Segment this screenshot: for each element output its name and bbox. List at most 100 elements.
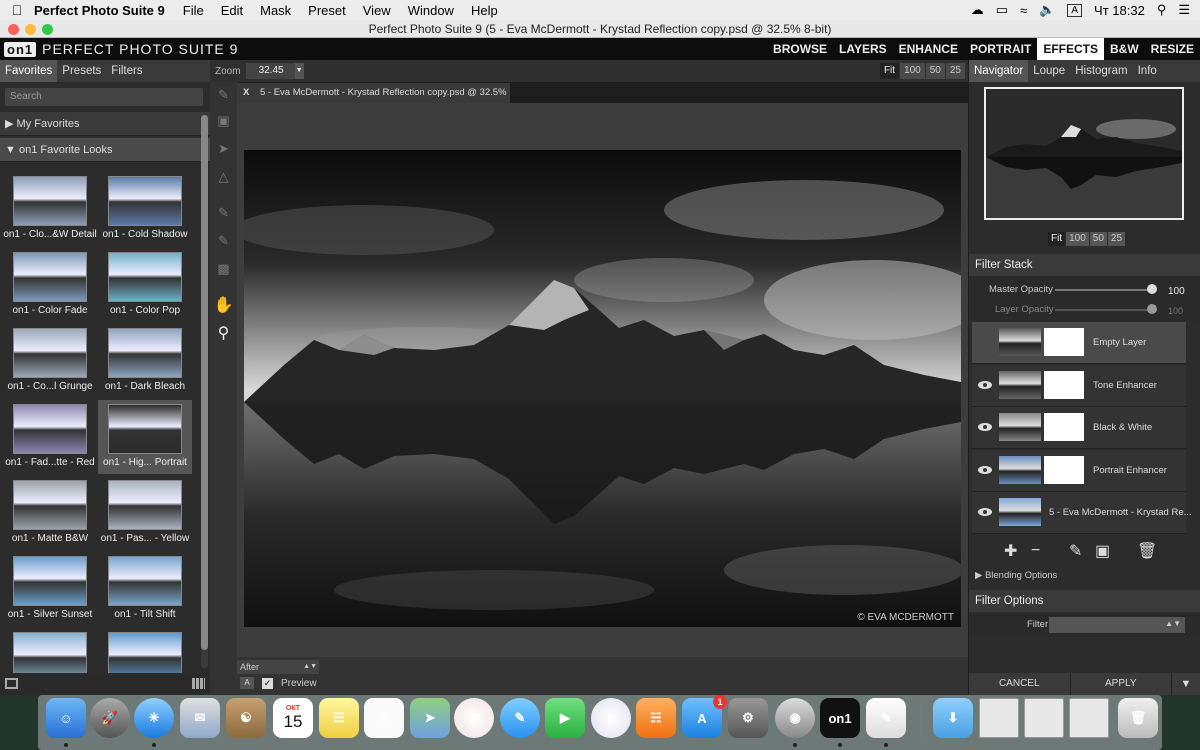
- dock-perfect-photo-suite-9-browse-icon[interactable]: ◉: [775, 698, 815, 738]
- dock-window-3-icon[interactable]: [1069, 698, 1109, 738]
- look-item[interactable]: on1 - Color Fade: [3, 248, 97, 322]
- section-favorite-looks[interactable]: ▼ on1 Favorite Looks: [0, 138, 210, 162]
- apply-button[interactable]: APPLY: [1071, 673, 1172, 695]
- spotlight-icon[interactable]: ⚲: [1157, 2, 1167, 18]
- scrollbar-thumb[interactable]: [201, 115, 208, 650]
- nav-50-button[interactable]: 50: [1089, 232, 1107, 246]
- module-resize[interactable]: RESIZE: [1145, 38, 1200, 60]
- layer-opacity-slider[interactable]: [1055, 309, 1155, 311]
- dock-notes-icon[interactable]: ☰: [319, 698, 359, 738]
- volume-icon[interactable]: 🔈: [1039, 2, 1055, 18]
- dock-calendar-icon[interactable]: ОКТ 15: [273, 698, 313, 738]
- trash-icon[interactable]: 🗑: [1137, 541, 1157, 561]
- dock-system-preferences-icon[interactable]: ⚙: [728, 698, 768, 738]
- menu-mask[interactable]: Mask: [260, 3, 291, 18]
- visibility-eye-icon[interactable]: [978, 380, 992, 389]
- filter-select[interactable]: ▲▼: [1049, 617, 1185, 633]
- search-input[interactable]: Search: [5, 88, 203, 106]
- layer-row[interactable]: Black & White: [972, 407, 1186, 449]
- visibility-eye-icon[interactable]: [978, 508, 992, 516]
- module-portrait[interactable]: PORTRAIT: [964, 38, 1037, 60]
- dock-safari-icon[interactable]: ✳: [134, 698, 174, 738]
- clone-stamp-icon[interactable]: ▩: [213, 258, 234, 280]
- grid-view-icon[interactable]: [192, 678, 205, 689]
- refine-brush-icon[interactable]: ➤: [213, 138, 234, 160]
- looks-scrollbar[interactable]: [201, 113, 208, 668]
- mask-bug-icon[interactable]: ▣: [213, 110, 234, 132]
- layer-mask-thumbnail[interactable]: [1044, 455, 1084, 484]
- dock-maps-icon[interactable]: ➤: [410, 698, 450, 738]
- menu-file[interactable]: File: [183, 3, 204, 18]
- look-item[interactable]: on1 - Pas... - Yellow: [98, 476, 192, 550]
- zoom-icon[interactable]: ⚲: [213, 322, 234, 344]
- layer-mask-thumbnail[interactable]: [1044, 328, 1084, 356]
- layer-row[interactable]: 5 - Eva McDermott - Krystad Re...: [972, 492, 1192, 534]
- look-item[interactable]: on1 - Cold Shadow: [98, 172, 192, 246]
- zoom-field[interactable]: 32.45 ▼: [245, 63, 304, 79]
- nav-25-button[interactable]: 25: [1107, 232, 1126, 246]
- wifi-icon[interactable]: ≈: [1020, 3, 1027, 18]
- menu-edit[interactable]: Edit: [221, 3, 243, 18]
- cancel-button[interactable]: CANCEL: [969, 673, 1071, 695]
- panel-view-icon[interactable]: [5, 678, 18, 689]
- master-opacity-slider[interactable]: [1055, 289, 1155, 291]
- layer-mask-thumbnail[interactable]: [1044, 413, 1084, 441]
- close-document-icon[interactable]: X: [243, 87, 249, 98]
- dock-on1-icon[interactable]: on1: [820, 698, 860, 738]
- view-mode-select[interactable]: After ▲▼: [237, 660, 319, 674]
- menu-view[interactable]: View: [363, 3, 391, 18]
- notification-center-icon[interactable]: ☰: [1178, 2, 1190, 18]
- dock-launchpad-icon[interactable]: 🚀: [90, 698, 130, 738]
- layer-row[interactable]: Empty Layer: [972, 322, 1186, 364]
- dock-ibooks-icon[interactable]: ☵: [636, 698, 676, 738]
- tab-histogram[interactable]: Histogram: [1070, 60, 1132, 82]
- layer-row[interactable]: Portrait Enhancer: [972, 449, 1186, 492]
- edit-mask-icon[interactable]: ✎: [1069, 541, 1082, 561]
- menu-window[interactable]: Window: [408, 3, 454, 18]
- dock-window-2-icon[interactable]: [1024, 698, 1064, 738]
- dock-downloads-icon[interactable]: ⬇: [933, 698, 973, 738]
- dock-finder-icon[interactable]: ☺: [46, 698, 86, 738]
- dock-app-store-icon[interactable]: A1: [682, 695, 727, 738]
- look-item[interactable]: on1 - Clo...&W Detail: [3, 172, 97, 246]
- tab-filters[interactable]: Filters: [106, 60, 147, 82]
- hand-icon[interactable]: ✋: [213, 294, 234, 316]
- navigator-preview[interactable]: [984, 87, 1184, 220]
- add-layer-icon[interactable]: ✚: [1004, 541, 1017, 561]
- dock-messages-icon[interactable]: ✎: [500, 698, 540, 738]
- masking-brush-icon[interactable]: ✎: [213, 84, 234, 106]
- document-tab[interactable]: X 5 - Eva McDermott - Krystad Reflection…: [237, 83, 510, 118]
- module-layers[interactable]: LAYERS: [833, 38, 893, 60]
- look-item[interactable]: on1 - Matte B&W: [3, 476, 97, 550]
- look-item[interactable]: [98, 628, 192, 674]
- tab-info[interactable]: Info: [1133, 60, 1162, 82]
- filter-options-header[interactable]: Filter Options: [969, 590, 1200, 612]
- module-effects[interactable]: EFFECTS: [1037, 38, 1104, 60]
- look-item[interactable]: on1 - Fad...tte - Red: [3, 400, 97, 474]
- module-browse[interactable]: BROWSE: [767, 38, 833, 60]
- dock-textedit-icon[interactable]: ✎: [866, 698, 906, 738]
- visibility-eye-icon[interactable]: [978, 465, 992, 474]
- dock-mail-icon[interactable]: ✉: [180, 698, 220, 738]
- preview-photo[interactable]: © EVA MCDERMOTT: [244, 150, 961, 627]
- zoom-25-button[interactable]: 25: [945, 63, 965, 79]
- menu-help[interactable]: Help: [471, 3, 498, 18]
- section-my-favorites[interactable]: ▶ My Favorites: [0, 112, 210, 136]
- dock-photos-icon[interactable]: ✿: [454, 698, 494, 738]
- look-item[interactable]: on1 - Tilt Shift: [98, 552, 192, 626]
- zoom-dropdown-icon[interactable]: ▼: [294, 63, 304, 79]
- dock-contacts-icon[interactable]: ☯: [226, 698, 266, 738]
- menubar-clock[interactable]: Чт 18:32: [1094, 3, 1145, 18]
- menu-preset[interactable]: Preset: [308, 3, 346, 18]
- filter-stack-header[interactable]: Filter Stack: [969, 254, 1200, 276]
- look-item[interactable]: on1 - Color Pop: [98, 248, 192, 322]
- dock-window-1-icon[interactable]: [979, 698, 1019, 738]
- tab-favorites[interactable]: Favorites: [0, 60, 58, 82]
- dock-trash-icon[interactable]: 🗑: [1118, 698, 1158, 738]
- close-window-button[interactable]: [8, 24, 19, 35]
- zoom-50-button[interactable]: 50: [925, 63, 945, 79]
- minimize-window-button[interactable]: [25, 24, 36, 35]
- look-item[interactable]: [3, 628, 97, 674]
- dock-facetime-icon[interactable]: ▶: [545, 698, 585, 738]
- layer-row[interactable]: Tone Enhancer: [972, 364, 1186, 407]
